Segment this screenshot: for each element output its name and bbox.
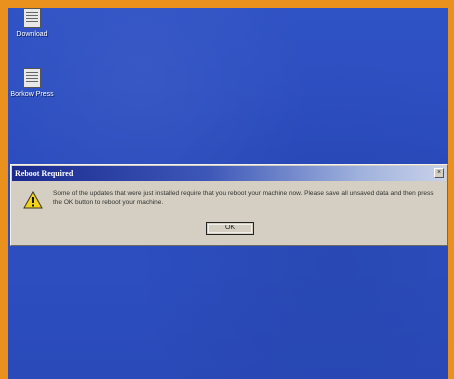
warning-icon — [23, 191, 43, 209]
document-icon — [23, 68, 41, 88]
dialog-titlebar[interactable]: Reboot Required × — [12, 166, 446, 181]
document-icon — [23, 8, 41, 28]
reboot-dialog: Reboot Required × Some of the updates th… — [10, 164, 448, 246]
desktop-icon-label: Borkow Press — [10, 91, 54, 98]
desktop-icon-label: Download — [16, 31, 48, 38]
desktop-icon-borkow-press[interactable]: Borkow Press — [10, 68, 54, 99]
ok-button[interactable]: OK — [206, 222, 254, 235]
dialog-title: Reboot Required — [15, 169, 74, 178]
dialog-message: Some of the updates that were just insta… — [53, 190, 434, 206]
close-button[interactable]: × — [434, 168, 444, 178]
desktop-icon-download[interactable]: Download — [10, 8, 54, 39]
